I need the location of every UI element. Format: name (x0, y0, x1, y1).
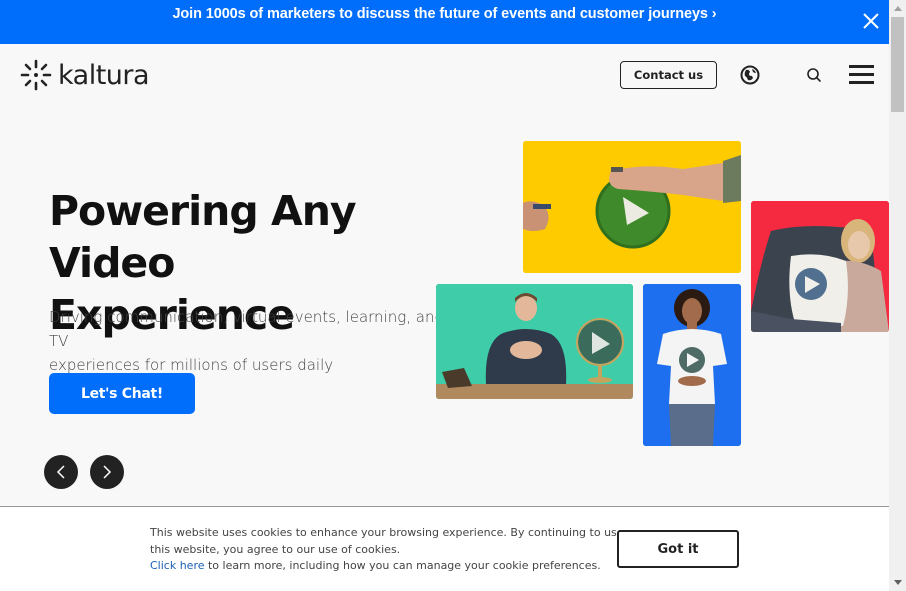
scroll-up-button[interactable] (889, 0, 906, 17)
hero-subtitle-line: Driving communication, virtual events, l… (49, 308, 444, 350)
hero-subtitle-line: experiences for millions of users daily (49, 356, 334, 374)
arrow-down-icon (893, 580, 902, 585)
cookie-text-line: this website, you agree to our use of co… (150, 542, 401, 556)
arrow-up-icon (893, 6, 902, 11)
menu-bar (849, 65, 874, 68)
chevron-right-icon (103, 465, 112, 479)
page-viewport: Join 1000s of marketers to discuss the f… (0, 0, 889, 591)
carousel-next-button[interactable] (90, 455, 124, 489)
chevron-left-icon (56, 465, 65, 479)
menu-bar (849, 81, 874, 84)
cookie-policy-link[interactable]: Click here (150, 559, 205, 572)
cookie-text-line: to learn more, including how you can man… (204, 559, 601, 572)
carousel-prev-button[interactable] (44, 455, 78, 489)
hero-title-line: Powering Any Video (49, 187, 357, 287)
site-header: kaltura Contact us (0, 44, 889, 106)
kaltura-logo[interactable]: kaltura (20, 58, 150, 92)
presenter-globe-illustration (436, 284, 633, 399)
kaltura-logo-icon (20, 59, 52, 91)
globe-icon[interactable] (740, 65, 760, 85)
contact-us-button[interactable]: Contact us (620, 61, 717, 89)
logo-text: kaltura (58, 59, 150, 91)
vertical-scrollbar[interactable] (889, 0, 906, 591)
cookie-message: This website uses cookies to enhance you… (150, 525, 630, 575)
lets-chat-button[interactable]: Let's Chat! (49, 373, 195, 414)
got-it-button[interactable]: Got it (617, 530, 739, 568)
couch-woman-illustration (751, 201, 889, 332)
green-presenter-globe-image[interactable] (436, 284, 633, 399)
blue-woman-tshirt-image[interactable] (643, 284, 741, 446)
woman-tshirt-illustration (643, 284, 741, 446)
cookie-text-line: This website uses cookies to enhance you… (150, 526, 624, 539)
hamburger-menu-icon[interactable] (849, 65, 874, 85)
hero-subtitle: Driving communication, virtual events, l… (49, 305, 449, 377)
yellow-whiteboard-play-image[interactable] (523, 141, 741, 273)
close-icon[interactable] (861, 11, 881, 31)
search-icon[interactable] (806, 67, 822, 83)
cookie-consent-bar: This website uses cookies to enhance you… (0, 506, 889, 591)
promo-banner-link[interactable]: Join 1000s of marketers to discuss the f… (0, 6, 889, 22)
scroll-down-button[interactable] (889, 574, 906, 591)
whiteboard-illustration (523, 141, 741, 273)
promo-banner: Join 1000s of marketers to discuss the f… (0, 0, 889, 44)
menu-bar (849, 73, 874, 76)
red-couch-woman-image[interactable] (751, 201, 889, 332)
scrollbar-thumb[interactable] (891, 17, 904, 112)
